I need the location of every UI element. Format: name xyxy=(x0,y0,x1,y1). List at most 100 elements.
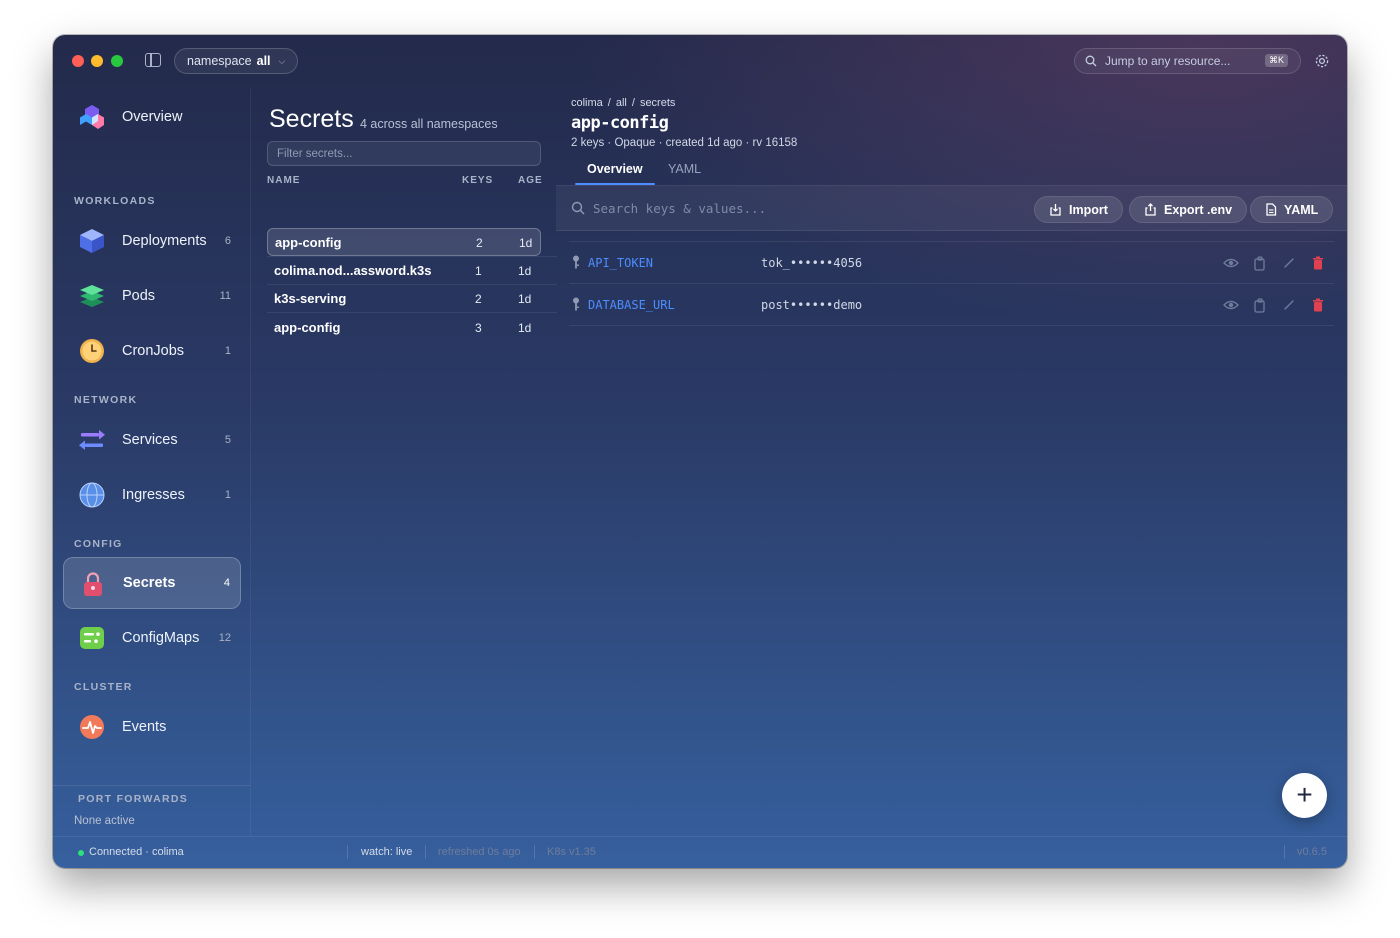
secret-keys: 1 xyxy=(475,264,482,278)
eye-icon[interactable] xyxy=(1223,297,1239,313)
entry-value: tok_••••••4056 xyxy=(761,256,863,270)
add-key-button[interactable]: + xyxy=(1282,773,1327,818)
sidebar-item-count: 12 xyxy=(218,632,231,644)
close-window-button[interactable] xyxy=(72,55,84,67)
tab-overview[interactable]: Overview xyxy=(587,162,643,176)
minimize-window-button[interactable] xyxy=(91,55,103,67)
list-item[interactable]: DATABASE_URL post••••••demo xyxy=(569,284,1334,326)
page-title: app-config xyxy=(571,113,669,133)
secret-name: colima.nod...assword.k3s xyxy=(274,263,432,278)
sidebar: Overview WORKLOADS Deployments 6 Pods 11 xyxy=(53,87,250,836)
copy-icon[interactable] xyxy=(1252,297,1268,313)
key-icon xyxy=(573,297,579,311)
search-icon xyxy=(1085,55,1097,67)
clock-icon xyxy=(80,339,104,363)
list-subtitle: 4 across all namespaces xyxy=(360,117,498,131)
secret-age: 1d xyxy=(518,264,532,278)
sidebar-item-deployments[interactable]: Deployments 6 xyxy=(63,215,241,267)
pods-layers-icon xyxy=(80,285,104,307)
sidebar-item-count: 1 xyxy=(224,489,231,501)
connection-status: Connected · colima xyxy=(89,846,184,858)
document-icon xyxy=(1266,203,1277,216)
sidebar-item-overview[interactable]: Overview xyxy=(63,91,241,143)
breadcrumb-item[interactable]: colima xyxy=(571,97,603,109)
sidebar-item-ingresses[interactable]: Ingresses 1 xyxy=(63,469,241,521)
column-header-name[interactable]: NAME xyxy=(267,175,300,186)
secrets-list-panel: Secrets 4 across all namespaces Filter s… xyxy=(250,87,557,836)
app-version: v0.6.5 xyxy=(1297,846,1327,858)
secret-age: 1d xyxy=(518,292,532,306)
yaml-button[interactable]: YAML xyxy=(1250,196,1334,223)
edit-pencil-icon[interactable] xyxy=(1281,255,1297,271)
settings-gear-icon[interactable] xyxy=(1312,51,1332,71)
import-button[interactable]: Import xyxy=(1034,196,1123,223)
entry-key[interactable]: API_TOKEN xyxy=(588,256,653,270)
divider xyxy=(267,312,557,313)
namespace-prefix: namespace xyxy=(187,54,252,68)
table-row[interactable]: app-config 2 1d xyxy=(267,228,541,256)
entry-value: post••••••demo xyxy=(761,298,863,312)
sidebar-item-label: Overview xyxy=(122,109,183,125)
sidebar-item-services[interactable]: Services 5 xyxy=(63,414,241,466)
sidebar-item-configmaps[interactable]: ConfigMaps 12 xyxy=(63,612,241,664)
sidebar-item-label: Deployments xyxy=(122,233,207,249)
sidebar-item-count: 5 xyxy=(224,434,231,446)
watch-status: watch: live xyxy=(361,846,413,858)
column-header-keys[interactable]: KEYS xyxy=(462,175,493,186)
sidebar-item-secrets[interactable]: Secrets 4 xyxy=(63,557,241,609)
secret-age: 1d xyxy=(518,321,532,335)
port-forwards-title: PORT FORWARDS xyxy=(78,793,189,805)
section-cluster: CLUSTER xyxy=(74,681,133,693)
divider xyxy=(534,845,535,859)
section-config: CONFIG xyxy=(74,538,123,550)
divider xyxy=(53,785,250,786)
jump-placeholder: Jump to any resource... xyxy=(1105,54,1231,68)
overview-icon xyxy=(80,105,104,129)
chevron-down-icon: ⌵ xyxy=(278,55,286,66)
sidebar-item-label: ConfigMaps xyxy=(122,630,200,646)
trash-icon[interactable] xyxy=(1310,297,1326,313)
breadcrumb-item[interactable]: secrets xyxy=(640,97,675,109)
sidebar-item-label: Events xyxy=(122,719,167,735)
entry-key[interactable]: DATABASE_URL xyxy=(588,298,675,312)
eye-icon[interactable] xyxy=(1223,255,1239,271)
configmaps-sliders-icon xyxy=(80,627,104,649)
sidebar-item-events[interactable]: Events xyxy=(63,701,241,753)
breadcrumb-item[interactable]: all xyxy=(616,97,627,109)
secret-name: app-config xyxy=(274,320,341,335)
app-window: namespace all ⌵ Jump to any resource... … xyxy=(53,35,1347,868)
search-keys-input[interactable]: Search keys & values... xyxy=(593,201,766,216)
table-row[interactable]: app-config 3 1d xyxy=(267,314,541,342)
key-icon xyxy=(573,255,579,269)
tab-yaml[interactable]: YAML xyxy=(668,162,701,176)
sidebar-item-pods[interactable]: Pods 11 xyxy=(63,270,241,322)
secret-name: k3s-serving xyxy=(274,291,347,306)
list-item[interactable]: API_TOKEN tok_••••••4056 xyxy=(569,242,1334,284)
title-bar: namespace all ⌵ Jump to any resource... … xyxy=(53,35,1347,87)
connection-status-dot xyxy=(78,850,84,856)
filter-secrets-input[interactable]: Filter secrets... xyxy=(267,141,541,166)
namespace-value: all xyxy=(256,54,271,68)
table-row[interactable]: k3s-serving 2 1d xyxy=(267,285,541,313)
table-row[interactable]: colima.nod...assword.k3s 1 1d xyxy=(267,257,541,285)
sidebar-item-count: 4 xyxy=(223,577,230,589)
sidebar-item-label: Pods xyxy=(122,288,156,304)
export-env-button[interactable]: Export .env xyxy=(1129,196,1248,223)
sidebar-item-count: 1 xyxy=(224,345,231,357)
trash-icon[interactable] xyxy=(1310,255,1326,271)
column-header-age[interactable]: AGE xyxy=(518,175,543,186)
lock-icon xyxy=(84,572,102,596)
edit-pencil-icon[interactable] xyxy=(1281,297,1297,313)
sidebar-item-cronjobs[interactable]: CronJobs 1 xyxy=(63,325,241,377)
zoom-window-button[interactable] xyxy=(111,55,123,67)
jump-to-resource-search[interactable]: Jump to any resource... ⌘K xyxy=(1074,48,1301,74)
copy-icon[interactable] xyxy=(1252,255,1268,271)
services-arrows-icon xyxy=(79,430,105,450)
section-network: NETWORK xyxy=(74,394,138,406)
status-bar: Connected · colima watch: live refreshed… xyxy=(53,836,1347,868)
sidebar-toggle-icon[interactable] xyxy=(145,53,161,67)
globe-icon xyxy=(79,482,105,508)
namespace-selector[interactable]: namespace all ⌵ xyxy=(174,48,299,74)
search-icon xyxy=(571,201,585,215)
sidebar-item-label: Ingresses xyxy=(122,487,185,503)
